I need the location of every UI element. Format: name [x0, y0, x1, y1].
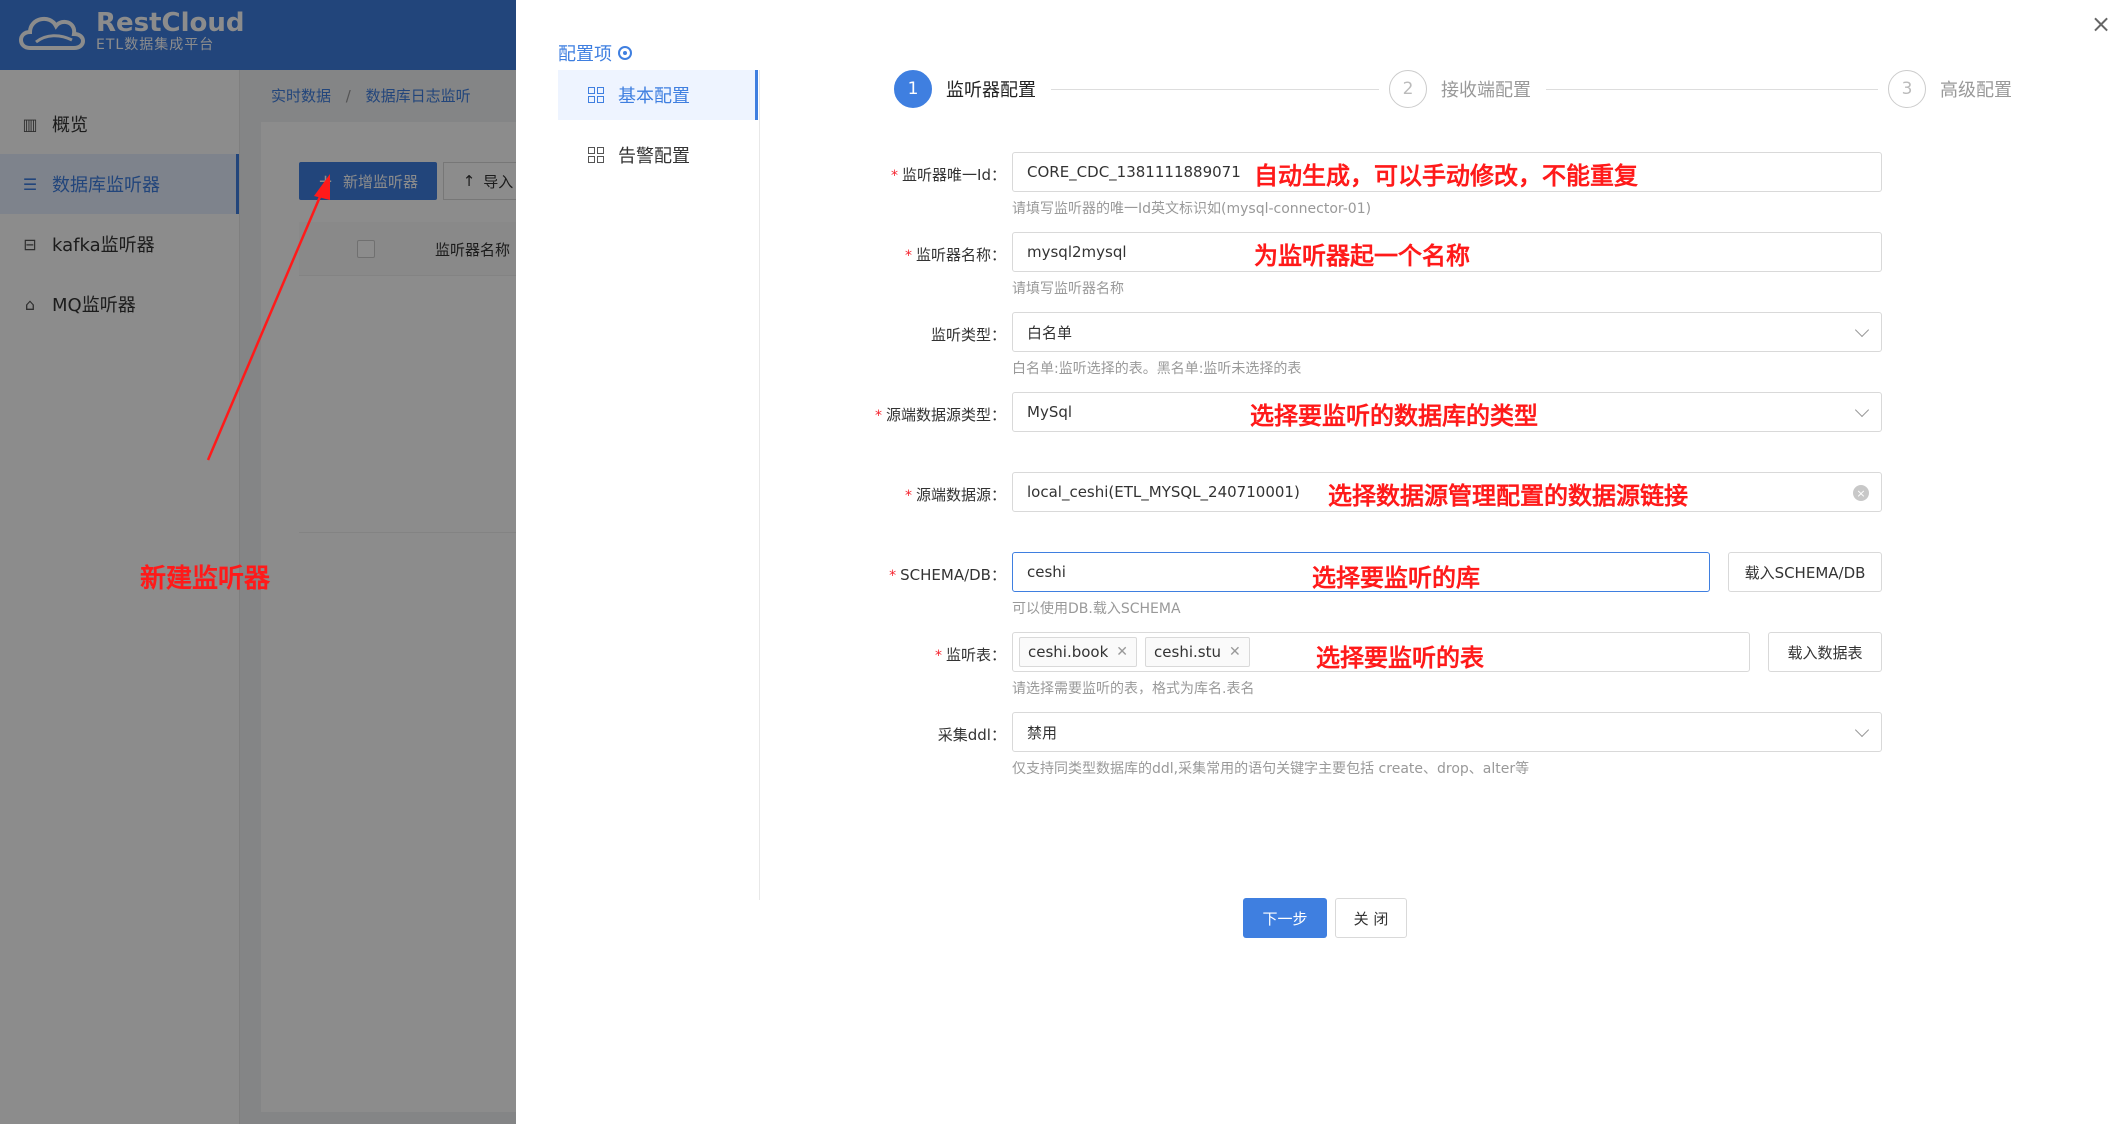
- step-label: 监听器配置: [946, 80, 1036, 101]
- remove-tag-icon[interactable]: ✕: [1116, 644, 1128, 660]
- annotation-new-listener: 新建监听器: [140, 564, 271, 594]
- field-hint: 请填写监听器名称: [1012, 281, 1124, 297]
- annotation-datasource: 选择数据源管理配置的数据源链接: [1328, 482, 1688, 510]
- field-label: * 监听器名称：: [904, 246, 1006, 264]
- step-label: 高级配置: [1940, 80, 2012, 101]
- chevron-down-icon: [1854, 722, 1870, 738]
- load-schema-button[interactable]: 载入SCHEMA/DB: [1728, 552, 1882, 592]
- grid-icon: [588, 87, 604, 103]
- field-label: * 源端数据源：: [904, 486, 1006, 504]
- field-label: 监听类型：: [930, 326, 1006, 344]
- close-button[interactable]: 关 闭: [1335, 898, 1407, 938]
- step-2: 2 接收端配置: [1389, 70, 1531, 108]
- grid-icon: [588, 147, 604, 163]
- select-value: 禁用: [1027, 723, 1058, 742]
- menu-item-basic-config[interactable]: 基本配置: [558, 70, 758, 120]
- chevron-down-icon: [1854, 402, 1870, 418]
- step-number: 2: [1389, 70, 1427, 108]
- chevron-down-icon: [1854, 322, 1870, 338]
- config-title-text: 配置项: [558, 44, 612, 65]
- load-tables-button[interactable]: 载入数据表: [1768, 632, 1882, 672]
- step-3: 3 高级配置: [1888, 70, 2012, 108]
- field-hint: 白名单:监听选择的表。黑名单:监听未选择的表: [1012, 361, 1302, 377]
- step-connector: [1051, 89, 1379, 90]
- annotation-listener-name: 为监听器起一个名称: [1254, 242, 1470, 270]
- remove-tag-icon[interactable]: ✕: [1229, 644, 1241, 660]
- field-label: * SCHEMA/DB：: [889, 566, 1006, 584]
- steps-bar: 1 监听器配置 2 接收端配置 3 高级配置: [894, 70, 2034, 110]
- field-label: 采集ddl：: [937, 726, 1006, 744]
- select-value: MySql: [1027, 403, 1073, 421]
- table-tag: ceshi.stu ✕: [1145, 637, 1250, 667]
- step-connector: [1546, 89, 1878, 90]
- field-label: * 源端数据源类型：: [874, 406, 1006, 424]
- config-title: 配置项: [558, 40, 632, 66]
- annotation-listener-id: 自动生成，可以手动修改，不能重复: [1254, 162, 1638, 190]
- select-value: 白名单: [1027, 323, 1073, 342]
- menu-item-label: 基本配置: [618, 86, 690, 107]
- field-hint: 请填写监听器的唯一Id英文标识如(mysql-connector-01): [1012, 201, 1372, 217]
- step-number: 1: [894, 70, 932, 108]
- step-label: 接收端配置: [1441, 80, 1531, 101]
- field-label: * 监听器唯一Id：: [891, 166, 1006, 184]
- field-hint: 请选择需要监听的表，格式为库名.表名: [1012, 681, 1255, 697]
- clear-icon[interactable]: ×: [1853, 485, 1869, 501]
- ddl-select[interactable]: 禁用: [1012, 712, 1882, 752]
- annotation-schema: 选择要监听的库: [1312, 564, 1480, 592]
- table-tag: ceshi.book ✕: [1019, 637, 1138, 667]
- select-value: local_ceshi(ETL_MYSQL_240710001): [1027, 483, 1300, 501]
- target-icon: [618, 46, 632, 60]
- config-drawer: × 配置项 基本配置 告警配置 1 监听器配置 2 接收端配置 3 高级配置 *…: [516, 0, 2125, 1124]
- step-number: 3: [1888, 70, 1926, 108]
- tag-label: ceshi.book: [1028, 643, 1109, 661]
- field-hint: 可以使用DB.载入SCHEMA: [1012, 601, 1181, 617]
- annotation-tables: 选择要监听的表: [1316, 644, 1484, 672]
- field-hint: 仅支持同类型数据库的ddl,采集常用的语句关键字主要包括 create、drop…: [1012, 761, 1530, 777]
- footer-buttons: 下一步 关 闭: [1243, 898, 1407, 938]
- annotation-source-type: 选择要监听的数据库的类型: [1250, 402, 1538, 430]
- listen-type-select[interactable]: 白名单: [1012, 312, 1882, 352]
- tag-label: ceshi.stu: [1154, 643, 1221, 661]
- next-step-button[interactable]: 下一步: [1243, 898, 1327, 938]
- step-1: 1 监听器配置: [894, 70, 1036, 108]
- field-label: * 监听表：: [934, 646, 1006, 664]
- close-icon[interactable]: ×: [2089, 12, 2113, 36]
